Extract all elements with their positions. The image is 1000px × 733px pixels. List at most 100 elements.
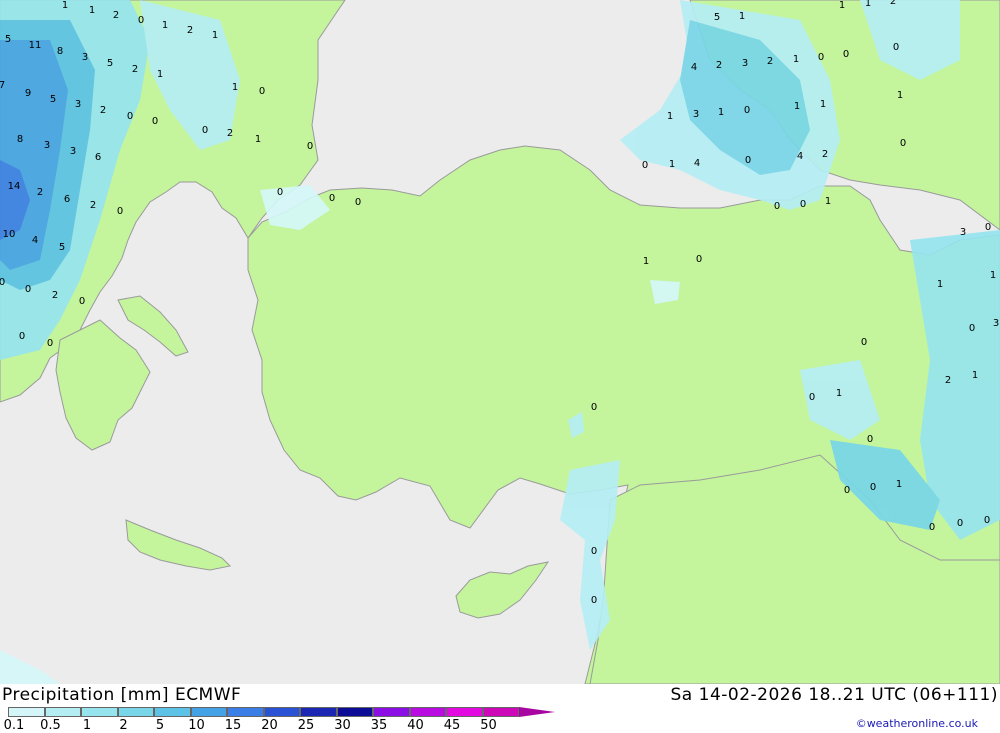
map-label: 5 — [107, 58, 113, 69]
map-label: 4 — [32, 235, 38, 246]
map-label: 0 — [259, 86, 265, 97]
map-label: 1 — [157, 69, 163, 80]
map-label: 0 — [800, 199, 806, 210]
colorbar-label: 35 — [370, 718, 388, 733]
colorbar-swatch — [44, 707, 81, 717]
map-label: 0 — [744, 105, 750, 116]
map-label: 2 — [945, 375, 951, 386]
map-label: 0 — [957, 518, 963, 529]
map-label: 2 — [716, 60, 722, 71]
credit-link[interactable]: ©weatheronline.co.uk — [856, 717, 978, 730]
map-label: 3 — [75, 99, 81, 110]
map-label: 1 — [667, 111, 673, 122]
map-label: 3 — [993, 318, 999, 329]
map-label: 2 — [37, 187, 43, 198]
map-label: 9 — [25, 88, 31, 99]
map-label: 1 — [793, 54, 799, 65]
map-label: 1 — [820, 99, 826, 110]
map-label: 2 — [822, 149, 828, 160]
map-label: 0 — [152, 116, 158, 127]
map-label: 0 — [870, 482, 876, 493]
map-label: 3 — [693, 109, 699, 120]
map-label: 14 — [8, 181, 21, 192]
colorbar-swatch — [154, 707, 191, 717]
colorbar-swatch — [446, 707, 483, 717]
map-label: 2 — [100, 105, 106, 116]
colorbar-swatch — [190, 707, 227, 717]
map-label: 0 — [277, 187, 283, 198]
map-canvas: 1 1 2 0 1 2 1 5 11 8 3 5 2 1 7 9 5 3 2 0… — [0, 0, 1000, 685]
map-label: 0 — [591, 595, 597, 606]
map-label: 4 — [797, 151, 803, 162]
map-label: 2 — [90, 200, 96, 211]
map-label: 0 — [127, 111, 133, 122]
colorbar-swatch — [300, 707, 337, 717]
map-label: 0 — [818, 52, 824, 63]
map-title: Precipitation [mm] ECMWF — [2, 685, 242, 705]
map-label: 0 — [19, 331, 25, 342]
map-label: 3 — [742, 58, 748, 69]
map-footer: Precipitation [mm] ECMWF Sa 14-02-2026 1… — [0, 684, 1000, 733]
map-label: 0 — [591, 546, 597, 557]
map-label: 0 — [138, 15, 144, 26]
map-label: 0 — [984, 515, 990, 526]
map-label: 2 — [187, 25, 193, 36]
map-label: 4 — [694, 158, 700, 169]
colorbar-label: 50 — [480, 718, 497, 733]
map-label: 1 — [839, 0, 845, 11]
map-label: 1 — [643, 256, 649, 267]
map-label: 8 — [17, 134, 23, 145]
map-label: 1 — [865, 0, 871, 9]
colorbar-swatch — [482, 707, 519, 717]
colorbar-label: 10 — [188, 718, 205, 733]
map-label: 1 — [739, 11, 745, 22]
colorbar-swatch — [409, 707, 446, 717]
map-label: 0 — [809, 392, 815, 403]
map-label: 0 — [985, 222, 991, 233]
colorbar-swatch — [227, 707, 264, 717]
colorbar-label: 25 — [297, 718, 315, 733]
map-label: 0 — [696, 254, 702, 265]
colorbar-label: 15 — [224, 718, 242, 733]
map-label: 2 — [132, 64, 138, 75]
map-label: 4 — [691, 62, 697, 73]
map-label: 1 — [255, 134, 261, 145]
map-label: 1 — [62, 0, 68, 11]
map-label: 5 — [5, 34, 11, 45]
map-label: 10 — [3, 229, 16, 240]
map-label: 1 — [718, 107, 724, 118]
map-label: 0 — [774, 201, 780, 212]
map-label: 1 — [972, 370, 978, 381]
colorbar-swatch — [336, 707, 373, 717]
map-label: 7 — [0, 80, 5, 91]
forecast-datetime: Sa 14-02-2026 18..21 UTC (06+111) — [670, 685, 998, 705]
map-label: 0 — [355, 197, 361, 208]
map-label: 0 — [969, 323, 975, 334]
map-label: 3 — [44, 140, 50, 151]
map-label: 8 — [57, 46, 63, 57]
map-label: 1 — [990, 270, 996, 281]
precipitation-map[interactable]: 1 1 2 0 1 2 1 5 11 8 3 5 2 1 7 9 5 3 2 0… — [0, 0, 1000, 685]
colorbar-label: 20 — [261, 718, 278, 733]
map-label: 0 — [47, 338, 53, 349]
map-label: 0 — [900, 138, 906, 149]
colorbar-label: 30 — [334, 718, 351, 733]
map-label: 5 — [59, 242, 65, 253]
map-label: 2 — [113, 10, 119, 21]
map-label: 0 — [117, 206, 123, 217]
map-label: 0 — [893, 42, 899, 53]
map-label: 1 — [896, 479, 902, 490]
map-label: 2 — [227, 128, 233, 139]
map-label: 0 — [642, 160, 648, 171]
map-label: 0 — [0, 277, 5, 288]
map-label: 6 — [64, 194, 70, 205]
map-label: 3 — [70, 146, 76, 157]
map-label: 0 — [844, 485, 850, 496]
colorbar-label: 2 — [119, 718, 128, 733]
map-label: 2 — [890, 0, 896, 7]
map-label: 1 — [825, 196, 831, 207]
map-label: 0 — [329, 193, 335, 204]
map-label: 11 — [29, 40, 42, 51]
colorbar-arrow — [519, 707, 555, 717]
map-label: 0 — [745, 155, 751, 166]
